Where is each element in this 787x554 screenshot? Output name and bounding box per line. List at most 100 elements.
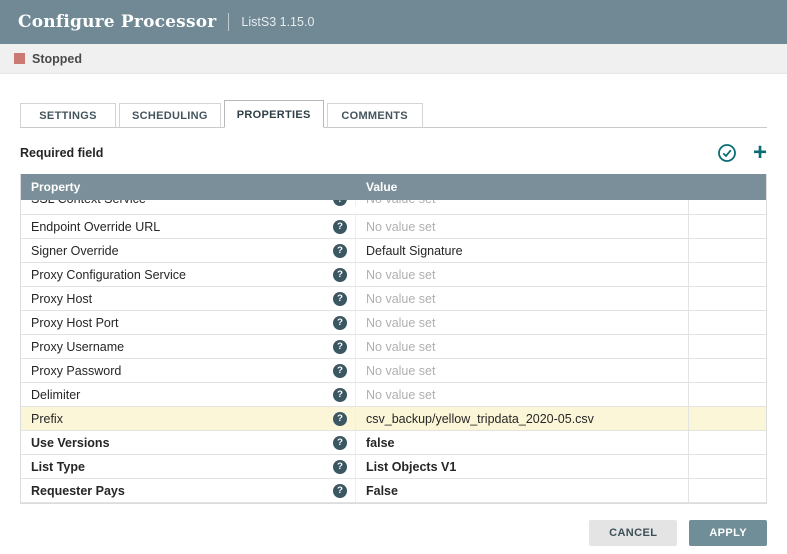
help-icon[interactable]: ? — [333, 388, 347, 402]
title-divider — [228, 13, 229, 31]
property-name: SSL Context Service — [31, 200, 146, 206]
dialog-content: SETTINGS SCHEDULING PROPERTIES COMMENTS … — [0, 100, 787, 504]
row-spacer — [688, 215, 766, 238]
property-value[interactable]: No value set — [356, 268, 688, 282]
table-row[interactable]: SSL Context Service ? No value set — [21, 200, 766, 215]
property-value[interactable]: Default Signature — [356, 244, 688, 258]
property-name: Use Versions — [31, 436, 110, 450]
help-icon[interactable]: ? — [333, 484, 347, 498]
property-name: List Type — [31, 460, 85, 474]
property-value[interactable]: False — [356, 484, 688, 498]
help-icon[interactable]: ? — [333, 436, 347, 450]
property-value[interactable]: No value set — [356, 220, 688, 234]
processor-type-version: ListS3 1.15.0 — [241, 15, 314, 29]
table-row[interactable]: Prefix ? csv_backup/yellow_tripdata_2020… — [21, 407, 766, 431]
row-spacer — [688, 359, 766, 382]
property-cell: Prefix ? — [21, 407, 356, 430]
stopped-icon — [14, 53, 25, 64]
row-spacer — [688, 479, 766, 502]
add-property-icon[interactable]: + — [753, 143, 767, 163]
property-name: Proxy Configuration Service — [31, 268, 186, 282]
table-row[interactable]: Requester Pays ? False — [21, 479, 766, 503]
verify-properties-icon[interactable] — [717, 143, 737, 163]
column-header-value: Value — [356, 180, 687, 194]
row-spacer — [688, 200, 766, 214]
table-row[interactable]: Proxy Host Port ? No value set — [21, 311, 766, 335]
help-icon[interactable]: ? — [333, 412, 347, 426]
help-icon[interactable]: ? — [333, 316, 347, 330]
property-cell: Signer Override ? — [21, 239, 356, 262]
column-header-property: Property — [21, 180, 356, 194]
tab-bar: SETTINGS SCHEDULING PROPERTIES COMMENTS — [20, 100, 767, 128]
property-value[interactable]: No value set — [356, 200, 688, 206]
help-icon[interactable]: ? — [333, 364, 347, 378]
row-spacer — [688, 263, 766, 286]
property-value[interactable]: false — [356, 436, 688, 450]
table-row[interactable]: Proxy Host ? No value set — [21, 287, 766, 311]
table-row[interactable]: Endpoint Override URL ? No value set — [21, 215, 766, 239]
table-row[interactable]: Signer Override ? Default Signature — [21, 239, 766, 263]
configure-processor-dialog: Configure Processor ListS3 1.15.0 Stoppe… — [0, 0, 787, 504]
tab-comments[interactable]: COMMENTS — [327, 103, 423, 128]
status-bar: Stopped — [0, 44, 787, 74]
help-icon[interactable]: ? — [333, 460, 347, 474]
help-icon[interactable]: ? — [333, 220, 347, 234]
row-spacer — [688, 455, 766, 478]
row-spacer — [688, 287, 766, 310]
help-icon[interactable]: ? — [333, 292, 347, 306]
property-name: Signer Override — [31, 244, 119, 258]
property-cell: Proxy Password ? — [21, 359, 356, 382]
property-value[interactable]: No value set — [356, 364, 688, 378]
property-value[interactable]: List Objects V1 — [356, 460, 688, 474]
property-name: Proxy Host Port — [31, 316, 119, 330]
property-value[interactable]: csv_backup/yellow_tripdata_2020-05.csv — [356, 412, 688, 426]
row-spacer — [688, 431, 766, 454]
property-name: Prefix — [31, 412, 63, 426]
table-row[interactable]: Use Versions ? false — [21, 431, 766, 455]
property-cell: Proxy Username ? — [21, 335, 356, 358]
property-value[interactable]: No value set — [356, 340, 688, 354]
apply-button[interactable]: APPLY — [689, 520, 767, 546]
dialog-footer: CANCEL APPLY — [589, 520, 767, 546]
property-value[interactable]: No value set — [356, 316, 688, 330]
properties-panel-header: Required field + — [20, 140, 767, 166]
tab-scheduling[interactable]: SCHEDULING — [119, 103, 221, 128]
row-spacer — [688, 311, 766, 334]
property-cell: Proxy Host ? — [21, 287, 356, 310]
table-row[interactable]: Delimiter ? No value set — [21, 383, 766, 407]
tab-settings[interactable]: SETTINGS — [20, 103, 116, 128]
panel-icons: + — [717, 143, 767, 163]
property-cell: Use Versions ? — [21, 431, 356, 454]
status-label: Stopped — [32, 52, 82, 66]
row-spacer — [688, 239, 766, 262]
dialog-title: Configure Processor — [18, 12, 216, 32]
table-row[interactable]: Proxy Configuration Service ? No value s… — [21, 263, 766, 287]
property-name: Delimiter — [31, 388, 80, 402]
table-row[interactable]: Proxy Password ? No value set — [21, 359, 766, 383]
table-header-row: Property Value — [21, 174, 766, 200]
property-cell: Requester Pays ? — [21, 479, 356, 502]
property-cell: Endpoint Override URL ? — [21, 215, 356, 238]
help-icon[interactable]: ? — [333, 268, 347, 282]
property-name: Proxy Password — [31, 364, 121, 378]
property-cell: Delimiter ? — [21, 383, 356, 406]
property-cell: Proxy Configuration Service ? — [21, 263, 356, 286]
property-cell: Proxy Host Port ? — [21, 311, 356, 334]
dialog-header: Configure Processor ListS3 1.15.0 — [0, 0, 787, 44]
help-icon[interactable]: ? — [333, 340, 347, 354]
property-value[interactable]: No value set — [356, 292, 688, 306]
property-name: Requester Pays — [31, 484, 125, 498]
row-spacer — [688, 383, 766, 406]
property-value[interactable]: No value set — [356, 388, 688, 402]
table-row[interactable]: Proxy Username ? No value set — [21, 335, 766, 359]
property-name: Proxy Username — [31, 340, 124, 354]
cancel-button[interactable]: CANCEL — [589, 520, 677, 546]
help-icon[interactable]: ? — [333, 200, 347, 206]
help-icon[interactable]: ? — [333, 244, 347, 258]
row-spacer — [688, 335, 766, 358]
property-name: Endpoint Override URL — [31, 220, 160, 234]
table-row[interactable]: List Type ? List Objects V1 — [21, 455, 766, 479]
property-name: Proxy Host — [31, 292, 92, 306]
tab-properties[interactable]: PROPERTIES — [224, 100, 324, 128]
row-spacer — [688, 407, 766, 430]
